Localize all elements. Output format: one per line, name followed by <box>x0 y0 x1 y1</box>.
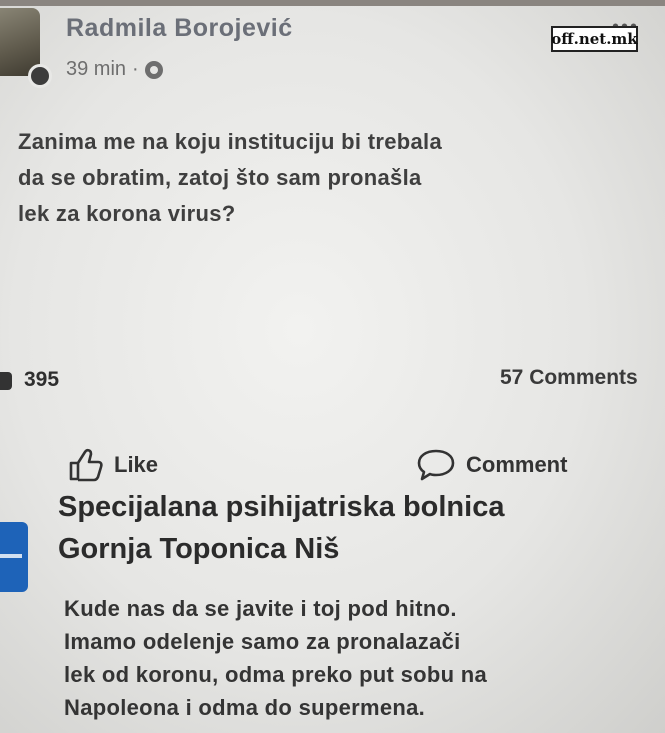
reply-name-line: Gornja Toponica Niš <box>58 533 340 565</box>
reply-text-line: Imamo odelenje samo za pronalazači <box>64 629 461 654</box>
post-meta: 39 min · <box>66 58 163 81</box>
watermark-logo: off.net.mk <box>551 26 638 52</box>
reactions-count[interactable]: 395 <box>24 368 59 392</box>
comment-label: Comment <box>466 452 568 477</box>
online-status-icon <box>28 64 52 88</box>
comments-count[interactable]: 57 Comments <box>500 366 638 390</box>
screen-top-edge <box>0 0 665 6</box>
avatar-logo-stripe <box>0 554 22 558</box>
reply-author-name[interactable]: Specijalana psihijatriska bolnica Gornja… <box>58 486 658 570</box>
comment-bubble-icon <box>417 449 455 481</box>
globe-icon <box>144 60 163 79</box>
post-text-line: da se obratim, zatoj što sam pronašla <box>18 165 422 190</box>
post-text-line: lek za korona virus? <box>18 201 236 226</box>
reply-author-avatar[interactable] <box>0 522 28 592</box>
post-text-line: Zanima me na koju instituciju bi trebala <box>18 129 442 154</box>
like-label: Like <box>114 452 159 477</box>
like-button[interactable]: Like <box>68 448 158 482</box>
reply-text-line: Kude nas da se javite i toj pod hitno. <box>64 596 457 621</box>
post-author-name[interactable]: Radmila Borojević <box>66 14 293 43</box>
reaction-icon[interactable] <box>0 372 12 390</box>
reply-text-line: lek od koronu, odma preko put sobu na <box>64 662 488 687</box>
comment-button[interactable]: Comment <box>416 448 567 482</box>
meta-separator: · <box>132 58 139 80</box>
reply-text-line: Napoleona i odma do supermena. <box>64 695 426 720</box>
thumbs-up-icon <box>69 448 103 482</box>
post-time[interactable]: 39 min <box>66 58 126 81</box>
post-body: Zanima me na koju instituciju bi trebala… <box>18 124 578 232</box>
facebook-post-screenshot: Radmila Borojević 39 min · ••• off.net.m… <box>0 0 665 733</box>
reply-body: Kude nas da se javite i toj pod hitno. I… <box>64 592 644 724</box>
reply-name-line: Specijalana psihijatriska bolnica <box>58 491 505 523</box>
